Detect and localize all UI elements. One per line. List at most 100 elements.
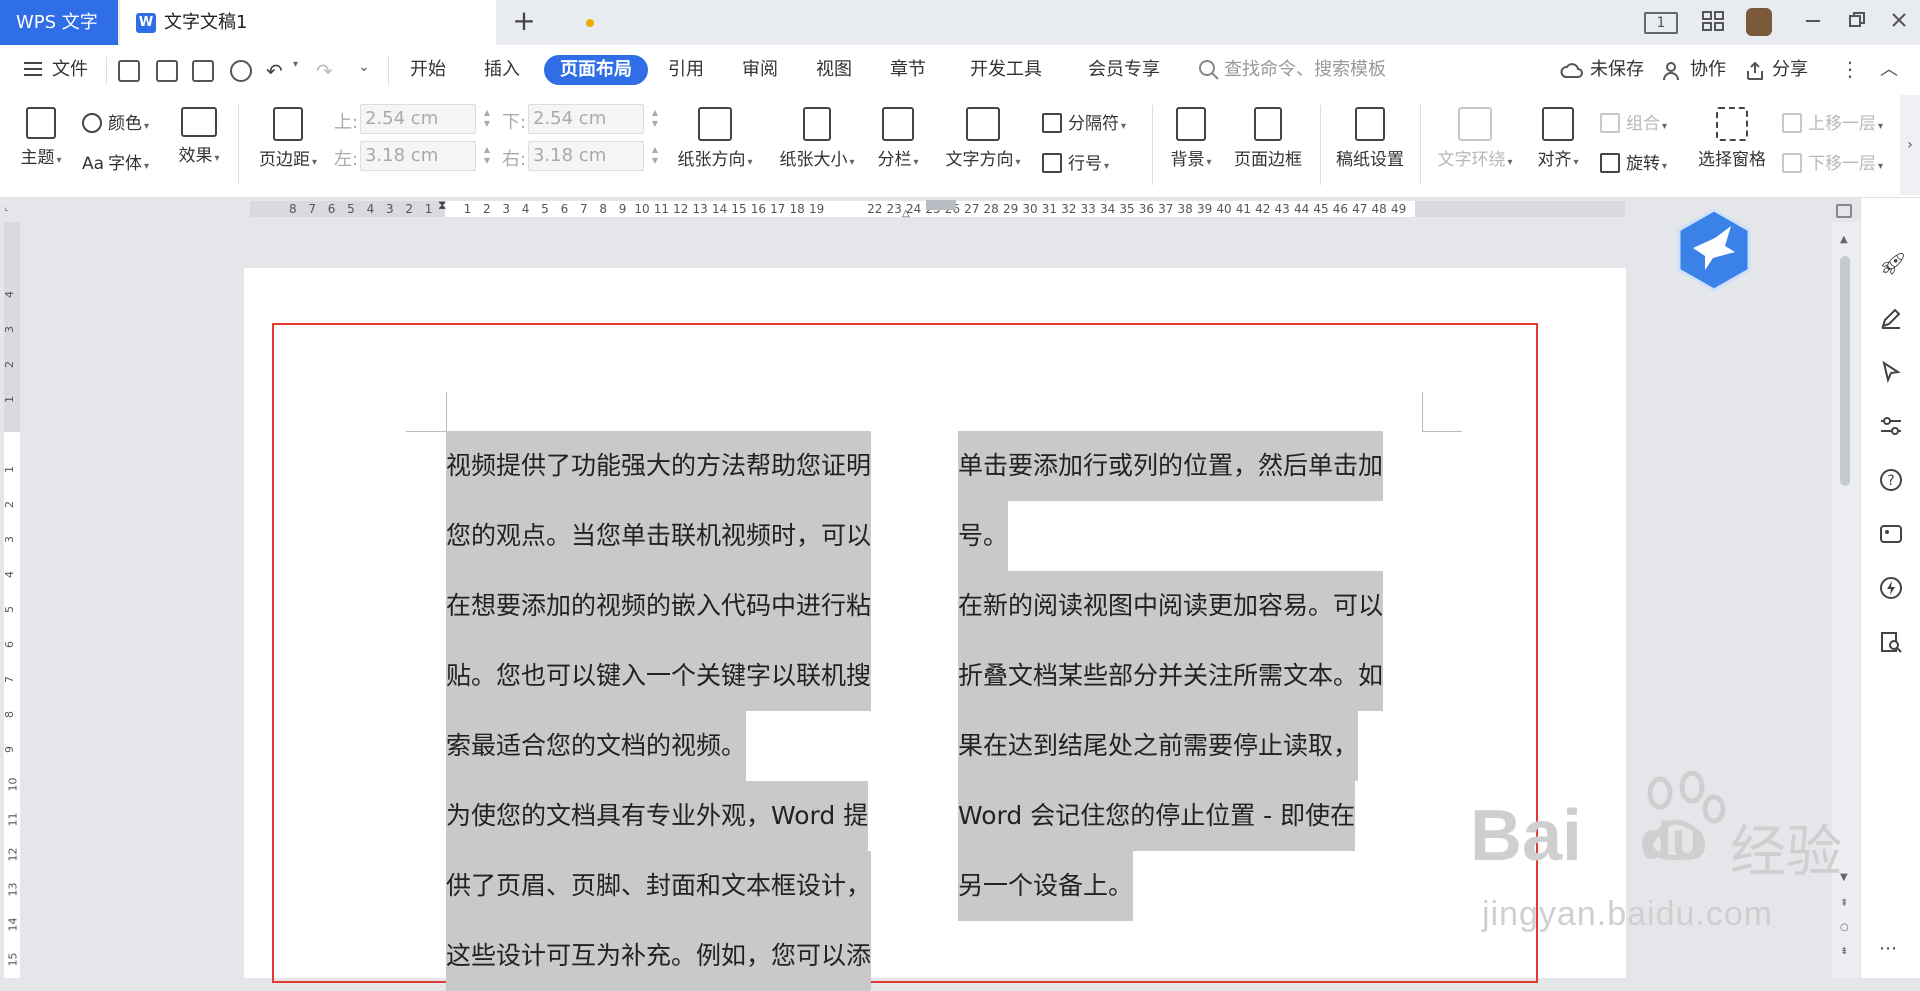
selected-text[interactable]: 您的观点。当您单击联机视频时，可以 <box>446 501 872 571</box>
group-button[interactable]: 组合 ▾ <box>1600 109 1667 134</box>
assistant-bird-icon[interactable] <box>1675 208 1753 292</box>
undo-dropdown-icon[interactable]: ▾ <box>293 59 298 70</box>
grid-paper-button[interactable]: 稿纸设置 <box>1332 107 1408 170</box>
export-icon[interactable] <box>156 60 178 82</box>
selected-text[interactable]: 另一个设备上。 <box>958 851 1134 921</box>
text-line[interactable] <box>958 921 1428 991</box>
text-line[interactable]: 这些设计可互为补充。例如，您可以添 <box>446 921 916 991</box>
text-line[interactable]: 您的观点。当您单击联机视频时，可以 <box>446 501 916 571</box>
selected-text[interactable]: 视频提供了功能强大的方法帮助您证明 <box>446 431 872 501</box>
tab-sections[interactable]: 章节 <box>890 55 926 85</box>
command-search-input[interactable]: 查找命令、搜索模板 <box>1224 55 1386 85</box>
theme-button[interactable]: 主题 ▾ <box>16 107 66 168</box>
more-dots-icon[interactable]: ⋯ <box>1879 938 1897 959</box>
text-wrap-button[interactable]: 文字环绕 ▾ <box>1430 107 1520 170</box>
cursor-icon[interactable] <box>1879 360 1903 388</box>
grid-apps-icon[interactable] <box>1700 10 1726 34</box>
collapse-ribbon-icon[interactable]: ︿ <box>1880 55 1898 81</box>
tab-home[interactable]: 开始 <box>410 55 446 85</box>
margin-bottom-input[interactable]: 2.54 cm <box>528 104 644 134</box>
print-icon[interactable] <box>192 60 214 82</box>
margins-button[interactable]: 页边距 ▾ <box>252 107 324 170</box>
share-button[interactable]: 分享 <box>1772 55 1808 85</box>
text-line[interactable]: 号。 <box>958 501 1428 571</box>
print-preview-icon[interactable] <box>230 60 252 82</box>
font-scheme-button[interactable]: Aa 字体 ▾ <box>82 149 149 174</box>
horizontal-ruler[interactable]: ⌞ 8 7 6 5 4 3 2 1 1 2 3 4 5 6 7 8 9 10 11 12 13 14 15 16 17 18 19 2… <box>0 198 1920 222</box>
text-line[interactable]: 另一个设备上。 <box>958 851 1428 921</box>
collaborate-button[interactable]: 协作 <box>1690 55 1726 85</box>
app-tab[interactable]: WPS 文字 <box>0 0 118 45</box>
scrollbar-thumb[interactable] <box>1840 256 1850 486</box>
selected-text[interactable]: 贴。您也可以键入一个关键字以联机搜 <box>446 641 872 711</box>
text-line[interactable]: Word 会记住您的停止位置 - 即使在 <box>958 781 1428 851</box>
rocket-icon[interactable]: 🚀︎ <box>1879 252 1907 277</box>
minimize-icon[interactable] <box>1800 10 1826 34</box>
undo-icon[interactable]: ↶ <box>266 59 283 83</box>
send-backward-button[interactable]: 下移一层 ▾ <box>1782 149 1883 174</box>
left-text-column[interactable]: 视频提供了功能强大的方法帮助您证明 您的观点。当您单击联机视频时，可以 在想要添加的… <box>446 431 916 991</box>
indent-marker-icon[interactable]: ⧗ <box>438 198 446 213</box>
redo-icon[interactable]: ↷ <box>316 59 333 83</box>
selected-text[interactable]: 果在达到结尾处之前需要停止读取， <box>958 711 1359 781</box>
orientation-button[interactable]: 纸张方向 ▾ <box>672 107 758 170</box>
tab-stop-selector-icon[interactable]: ⌞ <box>4 202 9 213</box>
selected-text[interactable]: 这些设计可互为补充。例如，您可以添 <box>446 921 872 991</box>
column-indent-marker-icon[interactable]: △ <box>902 208 910 219</box>
unsaved-status-button[interactable]: 未保存 <box>1590 55 1644 85</box>
text-line[interactable]: 为使您的文档具有专业外观，Word 提 <box>446 781 916 851</box>
right-text-column[interactable]: 单击要添加行或列的位置，然后单击加 号。 在新的阅读视图中阅读更加容易。可以 折叠文档… <box>958 431 1428 991</box>
tab-view[interactable]: 视图 <box>816 55 852 85</box>
lightning-icon[interactable] <box>1879 576 1903 604</box>
text-line[interactable]: 在想要添加的视频的嵌入代码中进行粘 <box>446 571 916 641</box>
text-line[interactable]: 在新的阅读视图中阅读更加容易。可以 <box>958 571 1428 641</box>
tab-developer[interactable]: 开发工具 <box>970 55 1042 85</box>
text-line[interactable]: 单击要添加行或列的位置，然后单击加 <box>958 431 1428 501</box>
selected-text[interactable]: 在想要添加的视频的嵌入代码中进行粘 <box>446 571 872 641</box>
scroll-up-icon[interactable]: ▲ <box>1840 234 1848 245</box>
bring-forward-button[interactable]: 上移一层 ▾ <box>1782 109 1883 134</box>
selection-pane-button[interactable]: 选择窗格 <box>1694 107 1770 170</box>
tab-review[interactable]: 审阅 <box>742 55 778 85</box>
selected-text[interactable]: 号。 <box>958 501 1009 571</box>
text-line[interactable]: 折叠文档某些部分并关注所需文本。如 <box>958 641 1428 711</box>
more-options-icon[interactable]: ⋮ <box>1840 57 1860 81</box>
columns-button[interactable]: 分栏 ▾ <box>872 107 924 170</box>
help-icon[interactable]: ? <box>1879 468 1903 496</box>
hamburger-menu-icon[interactable] <box>22 58 44 84</box>
selected-text[interactable]: 索最适合您的文档的视频。 <box>446 711 747 781</box>
column-gap-handle[interactable] <box>926 200 956 210</box>
margin-right-field[interactable]: 右: 3.18 cm ▲ ▼ <box>502 141 662 171</box>
margin-right-spinner-icon[interactable]: ▲ ▼ <box>652 144 658 166</box>
sliders-icon[interactable] <box>1879 414 1903 442</box>
background-button[interactable]: 背景 ▾ <box>1164 107 1218 170</box>
text-line[interactable]: 果在达到结尾处之前需要停止读取， <box>958 711 1428 781</box>
selected-text[interactable]: 在新的阅读视图中阅读更加容易。可以 <box>958 571 1384 641</box>
new-tab-button[interactable]: + <box>508 6 540 38</box>
margin-top-input[interactable]: 2.54 cm <box>360 104 476 134</box>
tab-references[interactable]: 引用 <box>668 55 704 85</box>
margin-left-spinner-icon[interactable]: ▲ ▼ <box>484 144 490 166</box>
margin-top-field[interactable]: 上: 2.54 cm ▲ ▼ <box>334 104 494 134</box>
text-line[interactable]: 供了页眉、页脚、封面和文本框设计， <box>446 851 916 921</box>
avatar[interactable] <box>1746 8 1772 36</box>
ribbon-scroll-right-icon[interactable]: › <box>1900 95 1920 195</box>
margin-right-input[interactable]: 3.18 cm <box>528 141 644 171</box>
save-icon[interactable] <box>118 60 140 82</box>
breaks-button[interactable]: 分隔符 ▾ <box>1042 109 1126 134</box>
tab-insert[interactable]: 插入 <box>484 55 520 85</box>
align-button[interactable]: 对齐 ▾ <box>1532 107 1584 170</box>
document-tab[interactable]: W 文字文稿1 <box>120 0 594 45</box>
tab-page-layout[interactable]: 页面布局 <box>544 55 648 85</box>
book-search-icon[interactable] <box>1879 630 1903 658</box>
paper-size-button[interactable]: 纸张大小 ▾ <box>774 107 860 170</box>
line-numbers-button[interactable]: 行号 ▾ <box>1042 149 1109 174</box>
customize-toolbar-icon[interactable]: ⌄ <box>358 59 370 75</box>
margin-top-spinner-icon[interactable]: ▲ ▼ <box>484 107 490 129</box>
selected-text[interactable]: 供了页眉、页脚、封面和文本框设计， <box>446 851 872 921</box>
file-menu[interactable]: 文件 <box>52 55 88 85</box>
rotate-button[interactable]: 旋转 ▾ <box>1600 149 1667 174</box>
text-line[interactable]: 贴。您也可以键入一个关键字以联机搜 <box>446 641 916 711</box>
page-border-button[interactable]: 页面边框 <box>1228 107 1308 170</box>
margin-left-input[interactable]: 3.18 cm <box>360 141 476 171</box>
